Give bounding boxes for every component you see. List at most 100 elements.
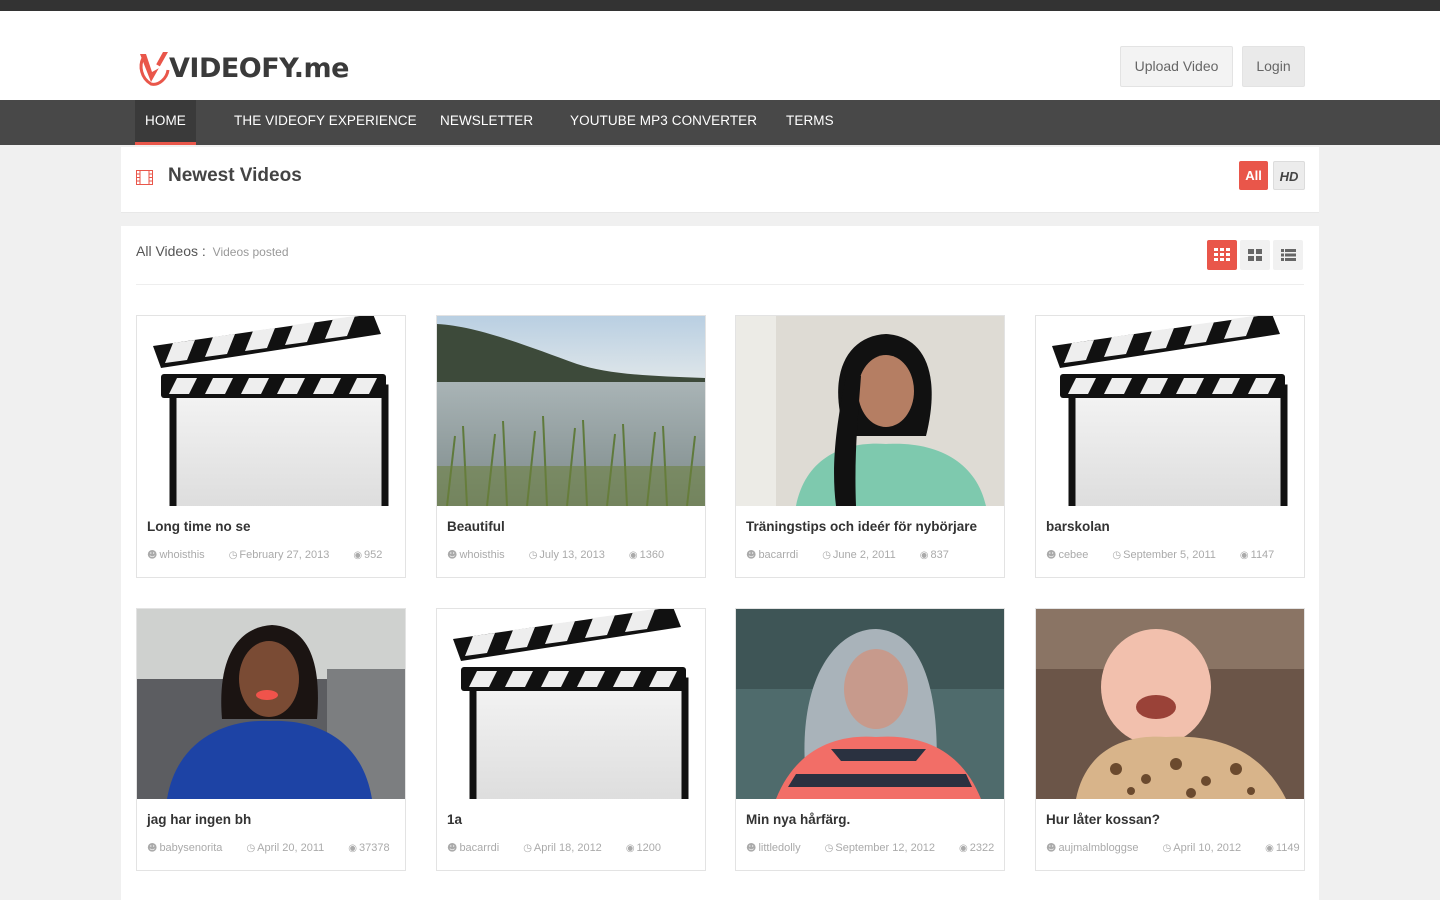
video-card[interactable]: Träningstips och ideér för nybörjare ☻ ba… (735, 315, 1005, 578)
video-author-name[interactable]: whoisthis (459, 549, 504, 561)
login-button[interactable]: Login (1242, 46, 1305, 87)
user-icon: ☻ (147, 550, 158, 561)
video-author-name[interactable]: bacarrdi (758, 549, 798, 561)
video-title[interactable]: Hur låter kossan? (1046, 812, 1160, 827)
user-icon: ☻ (447, 550, 458, 561)
video-date-text: September 12, 2012 (835, 842, 936, 854)
video-date: ◷ July 13, 2013 (529, 549, 617, 561)
listing-divider (136, 284, 1304, 285)
video-views: ◉ 1360 (629, 549, 676, 561)
video-card[interactable]: Hur låter kossan? ☻ aujmalmbloggse ◷ April … (1035, 608, 1305, 871)
video-thumbnail[interactable] (437, 316, 705, 506)
video-date: ◷ February 27, 2013 (229, 549, 342, 561)
eye-icon: ◉ (919, 550, 929, 561)
video-card[interactable]: 1a ☻ bacarrdi ◷ April 18, 2012 ◉ 1200 (436, 608, 706, 871)
video-title[interactable]: Min nya hårfärg. (746, 812, 850, 827)
video-date-text: April 10, 2012 (1173, 842, 1242, 854)
filter-hd-button[interactable]: HD (1273, 161, 1305, 190)
video-title[interactable]: Long time no se (147, 519, 251, 534)
clock-icon: ◷ (1162, 843, 1172, 854)
video-thumbnail[interactable] (1036, 609, 1304, 799)
video-title[interactable]: Träningstips och ideér för nybörjare (746, 519, 977, 534)
video-thumbnail[interactable] (437, 609, 705, 799)
video-card[interactable]: Min nya hårfärg. ☻ littledolly ◷ September … (735, 608, 1005, 871)
video-views: ◉ 1147 (1240, 549, 1286, 561)
eye-icon: ◉ (1265, 843, 1274, 854)
video-thumbnail[interactable] (137, 609, 405, 799)
filter-all-button[interactable]: All (1239, 161, 1268, 190)
video-author-name[interactable]: babysenorita (159, 842, 222, 854)
eye-icon: ◉ (628, 550, 638, 561)
eye-icon: ◉ (348, 843, 357, 854)
clock-icon: ◷ (824, 843, 834, 854)
view-grid-large-button[interactable] (1240, 240, 1270, 270)
video-author-name[interactable]: whoisthis (159, 549, 204, 561)
eye-icon: ◉ (353, 550, 363, 561)
video-meta: ☻ whoisthis ◷ February 27, 2013 ◉ 952 (147, 549, 399, 562)
user-icon: ☻ (746, 843, 757, 854)
user-icon: ☻ (147, 843, 158, 854)
video-card[interactable]: barskolan ☻ cebee ◷ September 5, 2011 ◉ 1147 (1035, 315, 1305, 578)
video-thumbnail[interactable] (1036, 316, 1304, 506)
user-icon: ☻ (1046, 843, 1057, 854)
view-list-button[interactable] (1273, 240, 1303, 270)
video-views-count: 1149 (1275, 842, 1300, 854)
nav-item-videofy-experience[interactable]: THE VIDEOFY EXPERIENCE (234, 100, 417, 145)
video-card[interactable]: Beautiful ☻ whoisthis ◷ July 13, 2013 ◉ 1360 (436, 315, 706, 578)
grid-large-icon (1248, 249, 1262, 261)
video-author[interactable]: ☻ cebee (1046, 549, 1100, 561)
site-logo[interactable]: VIDEOFY.me (137, 48, 349, 88)
top-strip (0, 0, 1440, 11)
user-icon: ☻ (746, 550, 757, 561)
video-title[interactable]: 1a (447, 812, 462, 827)
video-author[interactable]: ☻ bacarrdi (447, 842, 511, 854)
view-grid-small-button[interactable] (1207, 240, 1237, 270)
video-date-text: February 27, 2013 (239, 549, 330, 561)
video-views: ◉ 952 (353, 549, 394, 561)
video-title[interactable]: jag har ingen bh (147, 812, 251, 827)
video-views-count: 1360 (639, 549, 665, 561)
video-author[interactable]: ☻ babysenorita (147, 842, 234, 854)
video-author[interactable]: ☻ aujmalmbloggse (1046, 842, 1151, 854)
video-meta: ☻ babysenorita ◷ April 20, 2011 ◉ 37378 (147, 842, 399, 855)
grid-small-icon (1214, 248, 1230, 261)
video-thumbnail[interactable] (736, 316, 1004, 506)
nav-item-mp3-converter[interactable]: YOUTUBE MP3 CONVERTER (570, 100, 757, 145)
film-icon (136, 170, 153, 185)
logo-text: VIDEOFY.me (169, 52, 349, 84)
video-author-name[interactable]: littledolly (758, 842, 800, 854)
video-author-name[interactable]: cebee (1058, 549, 1088, 561)
nav-item-home[interactable]: HOME (135, 100, 196, 145)
nav-item-terms[interactable]: TERMS (786, 100, 834, 145)
video-author[interactable]: ☻ littledolly (746, 842, 813, 854)
video-views-count: 1200 (636, 842, 662, 854)
video-thumbnail[interactable] (736, 609, 1004, 799)
video-date-text: April 20, 2011 (257, 842, 325, 854)
video-views: ◉ 37378 (348, 842, 401, 854)
clock-icon: ◷ (822, 550, 831, 561)
video-meta: ☻ bacarrdi ◷ June 2, 2011 ◉ 837 (746, 549, 998, 562)
video-meta: ☻ littledolly ◷ September 12, 2012 ◉ 2322 (746, 842, 998, 855)
nav-item-newsletter[interactable]: NEWSLETTER (440, 100, 533, 145)
video-meta: ☻ cebee ◷ September 5, 2011 ◉ 1147 (1046, 549, 1298, 562)
page-title: Newest Videos (168, 165, 302, 186)
video-thumbnail[interactable] (137, 316, 405, 506)
video-views-count: 952 (364, 549, 383, 561)
video-author-name[interactable]: aujmalmbloggse (1058, 842, 1138, 854)
video-author-name[interactable]: bacarrdi (459, 842, 499, 854)
video-meta: ☻ whoisthis ◷ July 13, 2013 ◉ 1360 (447, 549, 699, 562)
upload-video-button[interactable]: Upload Video (1120, 46, 1233, 87)
video-date-text: April 18, 2012 (533, 842, 602, 854)
video-title[interactable]: barskolan (1046, 519, 1110, 534)
listing-label: All Videos : Videos posted (136, 243, 289, 259)
video-title[interactable]: Beautiful (447, 519, 505, 534)
video-author[interactable]: ☻ bacarrdi (746, 549, 810, 561)
section-header: Newest Videos All HD (121, 147, 1319, 213)
video-card[interactable]: jag har ingen bh ☻ babysenorita ◷ April 20,… (136, 608, 406, 871)
clock-icon: ◷ (523, 843, 532, 854)
video-author[interactable]: ☻ whoisthis (447, 549, 517, 561)
video-author[interactable]: ☻ whoisthis (147, 549, 217, 561)
clock-icon: ◷ (1112, 550, 1122, 561)
video-card[interactable]: Long time no se ☻ whoisthis ◷ February 27, … (136, 315, 406, 578)
video-meta: ☻ aujmalmbloggse ◷ April 10, 2012 ◉ 1149 (1046, 842, 1300, 855)
